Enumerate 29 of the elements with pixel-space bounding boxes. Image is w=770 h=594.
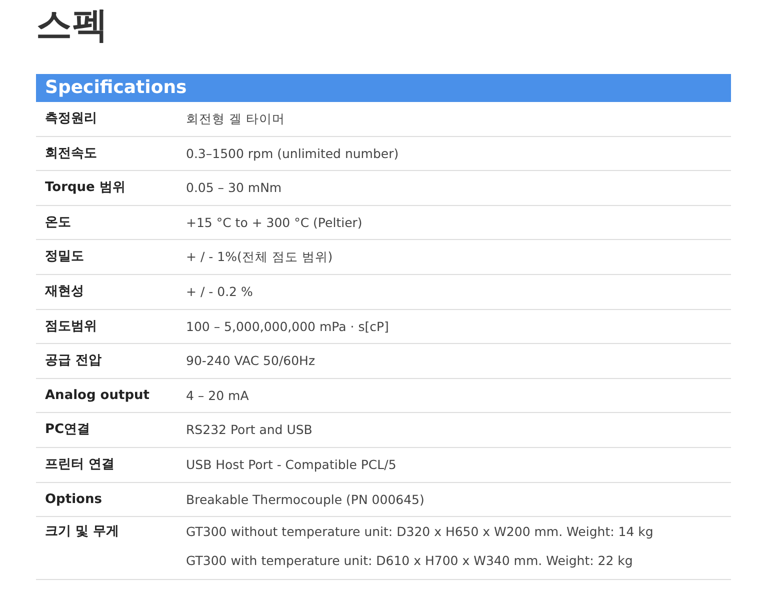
page-title: 스펙 — [36, 4, 109, 48]
spec-label: 온도 — [44, 214, 72, 232]
spec-label: 재현성 — [44, 282, 85, 301]
spec-value: 0.3–1500 rpm (unlimited number) — [186, 144, 399, 163]
spec-value: + / - 1%(전체 점도 범위) — [186, 248, 333, 266]
spec-value: Breakable Thermocouple (PN 000645) — [186, 490, 424, 509]
spec-label: 크기 및 무게 — [44, 523, 120, 542]
spec-label: 공급 전압 — [44, 352, 103, 370]
spec-label: Torque 범위 — [44, 179, 126, 198]
table-header: Specifications — [36, 74, 731, 102]
spec-label: Options — [44, 490, 103, 509]
spec-label: 점도범위 — [44, 318, 98, 336]
spec-value: 4 – 20 mA — [186, 386, 249, 405]
spec-label: PC연결 — [44, 421, 92, 440]
spec-label: 프린터 연결 — [44, 456, 116, 474]
spec-value: + / - 0.2 % — [186, 282, 253, 301]
spec-value: GT300 with temperature unit: D610 x H700 x W340 mm. Weight: 22 kg — [186, 552, 634, 570]
spec-value: 100 – 5,000,000,000 mPa · s[cP] — [186, 318, 389, 336]
spec-value: GT300 without temperature unit: D320 x H650 x W200 mm. Weight: 14 kg — [186, 523, 654, 542]
spec-label: 정밀도 — [44, 248, 85, 266]
spec-value: USB Host Port - Compatible PCL/5 — [186, 456, 396, 474]
spec-label: Analog output — [44, 386, 150, 405]
spec-value: +15 °C to + 300 °C (Peltier) — [186, 214, 362, 232]
spec-value: RS232 Port and USB — [186, 421, 312, 440]
spec-value: 회전형 겔 타이머 — [186, 110, 285, 128]
spec-label: 회전속도 — [44, 144, 98, 163]
spec-label: 측정원리 — [44, 110, 98, 128]
spec-value: 0.05 – 30 mNm — [186, 179, 282, 198]
spec-value: 90-240 VAC 50/60Hz — [186, 352, 316, 370]
